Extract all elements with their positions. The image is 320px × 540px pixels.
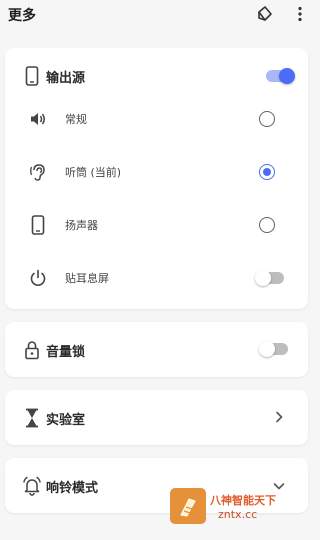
- radio-speaker[interactable]: [259, 217, 275, 233]
- top-bar: 更多: [0, 0, 312, 30]
- output-source-label: 输出源: [46, 70, 86, 86]
- ringtone-mode-label: 响铃模式: [46, 481, 99, 496]
- watermark-url: zntx.cc: [218, 508, 258, 521]
- lock-icon: [21, 339, 43, 361]
- phone-speaker-icon: [27, 214, 49, 236]
- lab-label: 实验室: [46, 413, 86, 428]
- power-icon: [27, 267, 49, 289]
- watermark-text: 八神智能天下: [210, 494, 276, 507]
- option-label-normal: 常规: [65, 113, 87, 126]
- option-row-earpiece[interactable]: 听筒 (当前): [5, 152, 308, 192]
- volume-lock-label: 音量锁: [46, 345, 86, 360]
- option-row-speaker[interactable]: 扬声器: [5, 205, 308, 245]
- lab-card[interactable]: 实验室: [5, 390, 308, 445]
- proximity-label: 贴耳息屏: [65, 272, 109, 285]
- radio-earpiece[interactable]: [259, 164, 275, 180]
- option-label-earpiece: 听筒 (当前): [65, 166, 122, 179]
- phone-icon: [21, 65, 43, 87]
- hourglass-icon: [21, 407, 43, 429]
- ear-icon: [27, 161, 49, 183]
- proximity-row[interactable]: 贴耳息屏: [5, 258, 308, 298]
- alarm-icon: [21, 475, 43, 497]
- more-vert-icon[interactable]: [289, 3, 311, 25]
- option-label-speaker: 扬声器: [65, 219, 98, 232]
- proximity-toggle[interactable]: [255, 270, 284, 286]
- volume-lock-toggle[interactable]: [259, 341, 288, 357]
- option-row-normal[interactable]: 常规: [5, 99, 308, 139]
- tag-icon[interactable]: [254, 3, 276, 25]
- output-source-row[interactable]: 输出源: [5, 56, 308, 96]
- output-source-toggle[interactable]: [266, 68, 295, 84]
- output-source-card: 输出源 常规 听筒 (当前) 扬声器 贴耳息屏: [5, 48, 308, 309]
- chevron-right-icon: [272, 410, 286, 424]
- speaker-icon: [27, 108, 49, 130]
- watermark-logo-icon: [170, 488, 206, 524]
- radio-normal[interactable]: [259, 111, 275, 127]
- watermark: 八神智能天下 zntx.cc: [170, 488, 310, 532]
- volume-lock-card[interactable]: 音量锁: [5, 322, 308, 377]
- page-title: 更多: [8, 8, 36, 24]
